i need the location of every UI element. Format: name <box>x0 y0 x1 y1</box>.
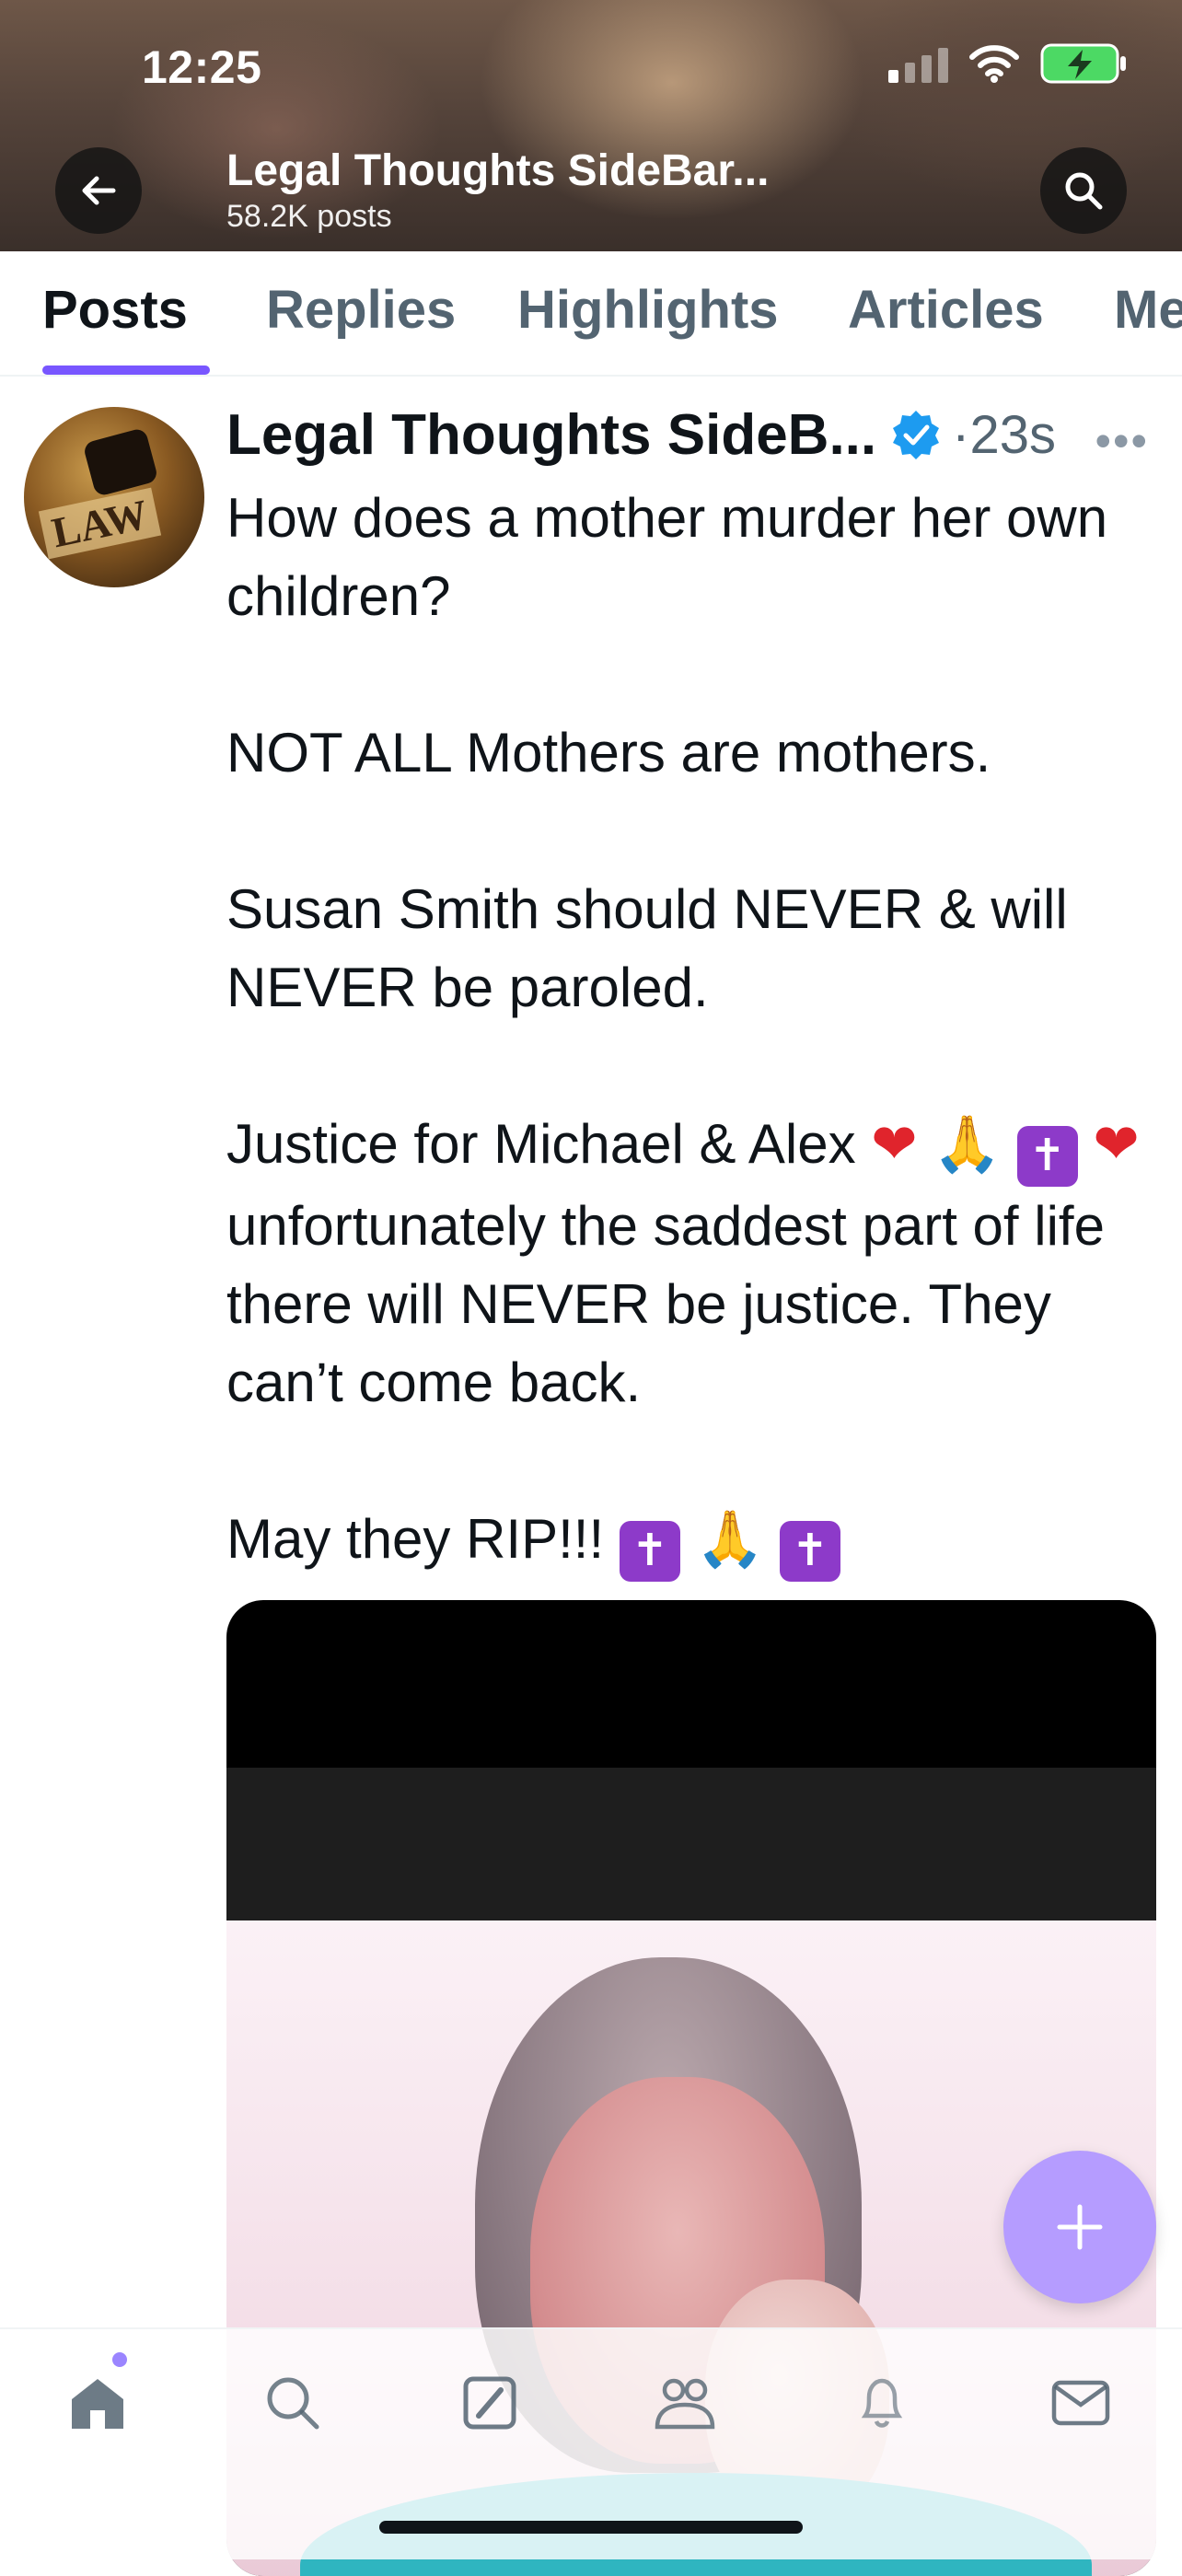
posts-count: 58.2K posts <box>226 199 392 234</box>
post-text: How does a mother murder her own childre… <box>226 479 1156 1582</box>
post-text-span: Justice for Michael & Alex <box>226 1113 856 1175</box>
verified-badge-icon <box>893 411 940 459</box>
latin-cross-emoji-icon: ✝ <box>1016 1126 1078 1187</box>
profile-header: 12:25 Legal Thoughts SideBar... 58.2K po… <box>0 0 1182 251</box>
communities-icon <box>655 2378 715 2430</box>
post-paragraph: May they RIP!!! ✝ 🙏 ✝ <box>226 1500 1156 1582</box>
post-paragraph: How does a mother murder her own childre… <box>226 487 1108 627</box>
avatar-law-text: LAW <box>38 487 161 560</box>
plus-icon <box>1057 2204 1103 2250</box>
wifi-icon <box>969 45 1019 83</box>
praying-hands-emoji-icon: 🙏 <box>933 1112 1002 1177</box>
search-icon <box>1065 172 1103 210</box>
tab-highlights[interactable]: Highlights <box>517 279 779 341</box>
profile-tabs: Posts Replies Highlights Articles Me <box>0 251 1182 377</box>
video-letterbox <box>226 1768 1156 1920</box>
post-paragraph: Justice for Michael & Alex ❤ 🙏 ✝ ❤ unfor… <box>226 1105 1156 1421</box>
post-paragraph: NOT ALL Mothers are mothers. <box>226 722 991 783</box>
post-text-span: unfortunately the saddest part of life t… <box>226 1195 1105 1413</box>
post-author-name[interactable]: Legal Thoughts SideB... <box>226 402 876 468</box>
bell-icon <box>861 2378 903 2428</box>
nav-communities[interactable] <box>648 2366 722 2440</box>
search-button[interactable] <box>1040 147 1127 234</box>
nav-home[interactable] <box>61 2366 134 2440</box>
back-button[interactable] <box>55 147 142 234</box>
latin-cross-emoji-icon: ✝ <box>779 1521 840 1582</box>
cellular-signal-icon <box>888 44 948 83</box>
status-icons <box>888 42 1129 85</box>
nav-notifications[interactable] <box>845 2366 919 2440</box>
post-text-span: May they RIP!!! <box>226 1508 605 1570</box>
heart-emoji-icon: ❤ <box>871 1112 918 1177</box>
active-tab-indicator <box>42 366 210 375</box>
home-icon <box>72 2379 123 2429</box>
battery-charging-icon <box>1040 43 1126 84</box>
grok-icon <box>463 2376 516 2430</box>
tab-articles[interactable]: Articles <box>848 279 1044 341</box>
status-time: 12:25 <box>142 41 262 93</box>
avatar[interactable]: LAW <box>24 407 204 587</box>
home-indicator[interactable] <box>379 2521 803 2534</box>
mail-icon <box>1051 2380 1110 2426</box>
compose-post-button[interactable] <box>1003 2151 1156 2303</box>
post-paragraph: Susan Smith should NEVER & will NEVER be… <box>226 878 1068 1018</box>
search-icon <box>267 2377 319 2430</box>
tab-replies[interactable]: Replies <box>266 279 456 341</box>
tab-posts[interactable]: Posts <box>42 279 188 341</box>
heart-emoji-icon: ❤ <box>1093 1112 1140 1177</box>
more-options-icon[interactable]: ••• <box>1095 414 1149 468</box>
nav-messages[interactable] <box>1044 2366 1118 2440</box>
home-new-posts-dot <box>112 2352 127 2367</box>
latin-cross-emoji-icon: ✝ <box>619 1521 680 1582</box>
praying-hands-emoji-icon: 🙏 <box>695 1507 765 1572</box>
post-timestamp[interactable]: ·23s <box>952 404 1056 466</box>
post-author-line: Legal Thoughts SideB... ·23s <box>226 401 1056 468</box>
profile-name: Legal Thoughts SideBar... <box>226 146 770 195</box>
arrow-left-icon <box>82 176 116 205</box>
nav-search[interactable] <box>256 2366 330 2440</box>
tab-media[interactable]: Me <box>1114 279 1182 341</box>
nav-grok[interactable] <box>453 2366 527 2440</box>
